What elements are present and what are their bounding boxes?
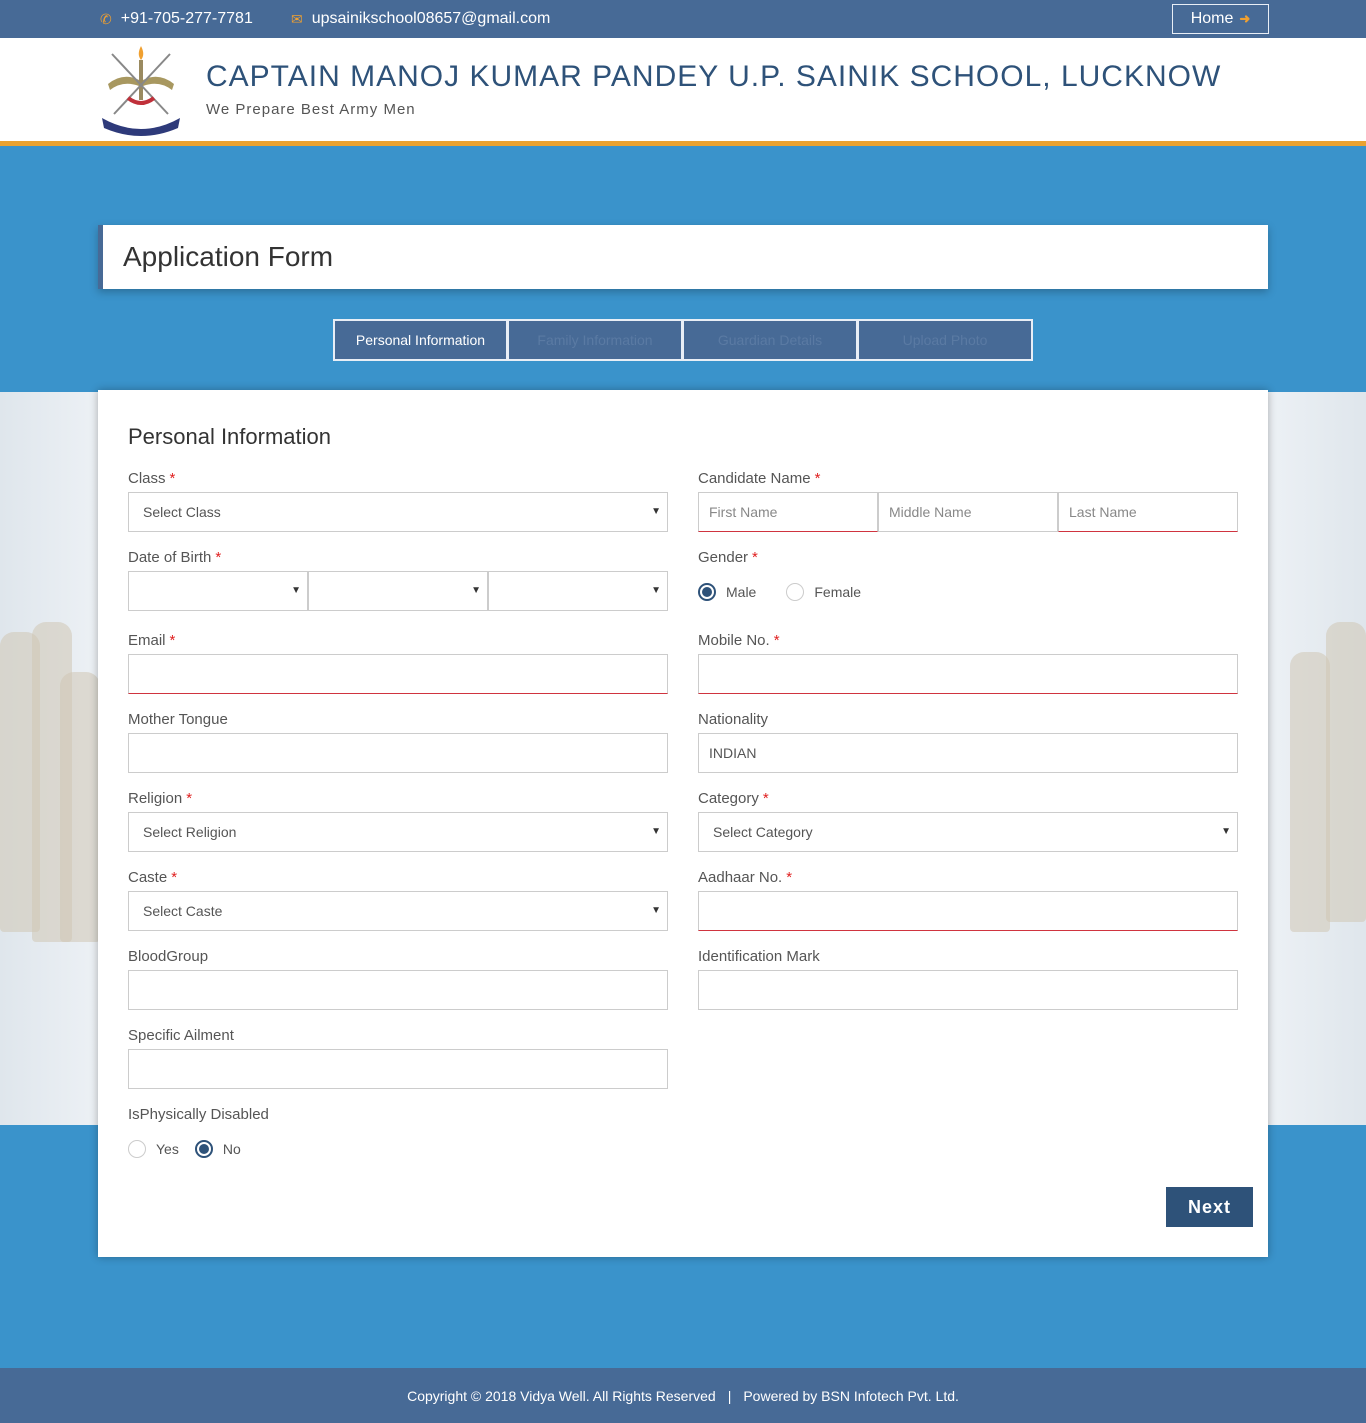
chevron-down-icon: ▼: [651, 826, 661, 837]
personal-information-form: Personal Information Class * Select Class…: [98, 390, 1268, 1257]
gender-option-female[interactable]: Female: [786, 583, 861, 601]
school-logo-icon: [102, 46, 180, 136]
email-input[interactable]: [128, 654, 668, 694]
tab-family-information[interactable]: Family Information: [508, 319, 683, 361]
home-button-label: Home: [1190, 10, 1234, 27]
identification-mark-label: Identification Mark: [698, 948, 820, 965]
aadhaar-input[interactable]: [698, 891, 1238, 931]
chevron-down-icon: ▼: [471, 585, 481, 596]
first-name-input[interactable]: First Name: [698, 492, 878, 532]
physically-disabled-label: IsPhysically Disabled: [128, 1106, 269, 1123]
home-button[interactable]: Home ➜: [1172, 4, 1269, 34]
chevron-down-icon: ▼: [291, 585, 301, 596]
blood-group-input[interactable]: [128, 970, 668, 1010]
section-title: Personal Information: [128, 424, 331, 449]
identification-mark-input[interactable]: [698, 970, 1238, 1010]
powered-by-text: Powered by BSN Infotech Pvt. Ltd.: [743, 1387, 959, 1404]
footer-separator: |: [727, 1387, 732, 1404]
gender-option-male[interactable]: Male: [698, 583, 756, 601]
class-label: Class *: [128, 470, 176, 487]
blood-group-label: BloodGroup: [128, 948, 209, 965]
middle-name-input[interactable]: Middle Name: [878, 492, 1058, 532]
mobile-label: Mobile No. *: [698, 632, 780, 649]
radio-no[interactable]: [194, 1140, 213, 1158]
nationality-input[interactable]: INDIAN: [698, 733, 1238, 773]
page-title-card: Application Form: [98, 225, 1268, 289]
phone-number: +91-705-277-7781: [120, 10, 253, 27]
religion-select[interactable]: Select Religion ▼: [128, 812, 668, 852]
phone-contact: ✆ +91-705-277-7781: [100, 0, 253, 38]
school-tagline: We Prepare Best Army Men: [206, 101, 416, 118]
chevron-down-icon: ▼: [651, 506, 661, 517]
tab-personal-information[interactable]: Personal Information: [333, 319, 508, 361]
mother-tongue-input[interactable]: [128, 733, 668, 773]
dob-day-select[interactable]: ▼: [128, 571, 308, 611]
dob-month-select[interactable]: ▼: [308, 571, 488, 611]
chevron-down-icon: ▼: [651, 585, 661, 596]
category-select[interactable]: Select Category ▼: [698, 812, 1238, 852]
dob-year-select[interactable]: ▼: [488, 571, 668, 611]
next-button[interactable]: Next: [1166, 1187, 1253, 1227]
class-select[interactable]: Select Class ▼: [128, 492, 668, 532]
email-contact: ✉ upsainikschool08657@gmail.com: [291, 0, 550, 38]
radio-female[interactable]: [786, 583, 805, 601]
page-title: Application Form: [123, 241, 334, 272]
step-tabs: Personal Information Family Information …: [333, 319, 1033, 361]
radio-yes[interactable]: [128, 1140, 146, 1158]
candidate-name-label: Candidate Name *: [698, 470, 821, 487]
caste-select[interactable]: Select Caste ▼: [128, 891, 668, 931]
chevron-down-icon: ▼: [651, 905, 661, 916]
dob-label: Date of Birth *: [128, 549, 222, 566]
radio-male[interactable]: [698, 583, 716, 601]
disabled-option-yes[interactable]: Yes: [128, 1140, 179, 1158]
disabled-option-no[interactable]: No: [194, 1140, 241, 1158]
specific-ailment-label: Specific Ailment: [128, 1027, 234, 1044]
religion-label: Religion *: [128, 790, 193, 807]
last-name-input[interactable]: Last Name: [1058, 492, 1238, 532]
gender-label: Gender *: [698, 549, 758, 566]
sign-in-icon: ➜: [1239, 11, 1251, 26]
mother-tongue-label: Mother Tongue: [128, 711, 228, 728]
school-name: CAPTAIN MANOJ KUMAR PANDEY U.P. SAINIK S…: [206, 60, 1222, 93]
gender-radio-group: Male Female: [698, 583, 875, 601]
email-address: upsainikschool08657@gmail.com: [311, 10, 551, 27]
envelope-icon: ✉: [291, 10, 303, 27]
caste-label: Caste *: [128, 869, 178, 886]
chevron-down-icon: ▼: [1221, 826, 1231, 837]
phone-icon: ✆: [100, 10, 112, 27]
site-footer: Copyright © 2018 Vidya Well. All Rights …: [0, 1368, 1366, 1423]
copyright-text: Copyright © 2018 Vidya Well. All Rights …: [407, 1387, 716, 1404]
mobile-input[interactable]: [698, 654, 1238, 694]
specific-ailment-input[interactable]: [128, 1049, 668, 1089]
top-bar: ✆ +91-705-277-7781 ✉ upsainikschool08657…: [0, 0, 1366, 38]
category-label: Category *: [698, 790, 769, 807]
site-header: CAPTAIN MANOJ KUMAR PANDEY U.P. SAINIK S…: [0, 38, 1366, 146]
tab-upload-photo[interactable]: Upload Photo: [858, 319, 1033, 361]
physically-disabled-radio-group: Yes No: [128, 1140, 255, 1158]
aadhaar-label: Aadhaar No. *: [698, 869, 793, 886]
email-label: Email *: [128, 632, 176, 649]
nationality-label: Nationality: [698, 711, 769, 728]
tab-guardian-details[interactable]: Guardian Details: [683, 319, 858, 361]
